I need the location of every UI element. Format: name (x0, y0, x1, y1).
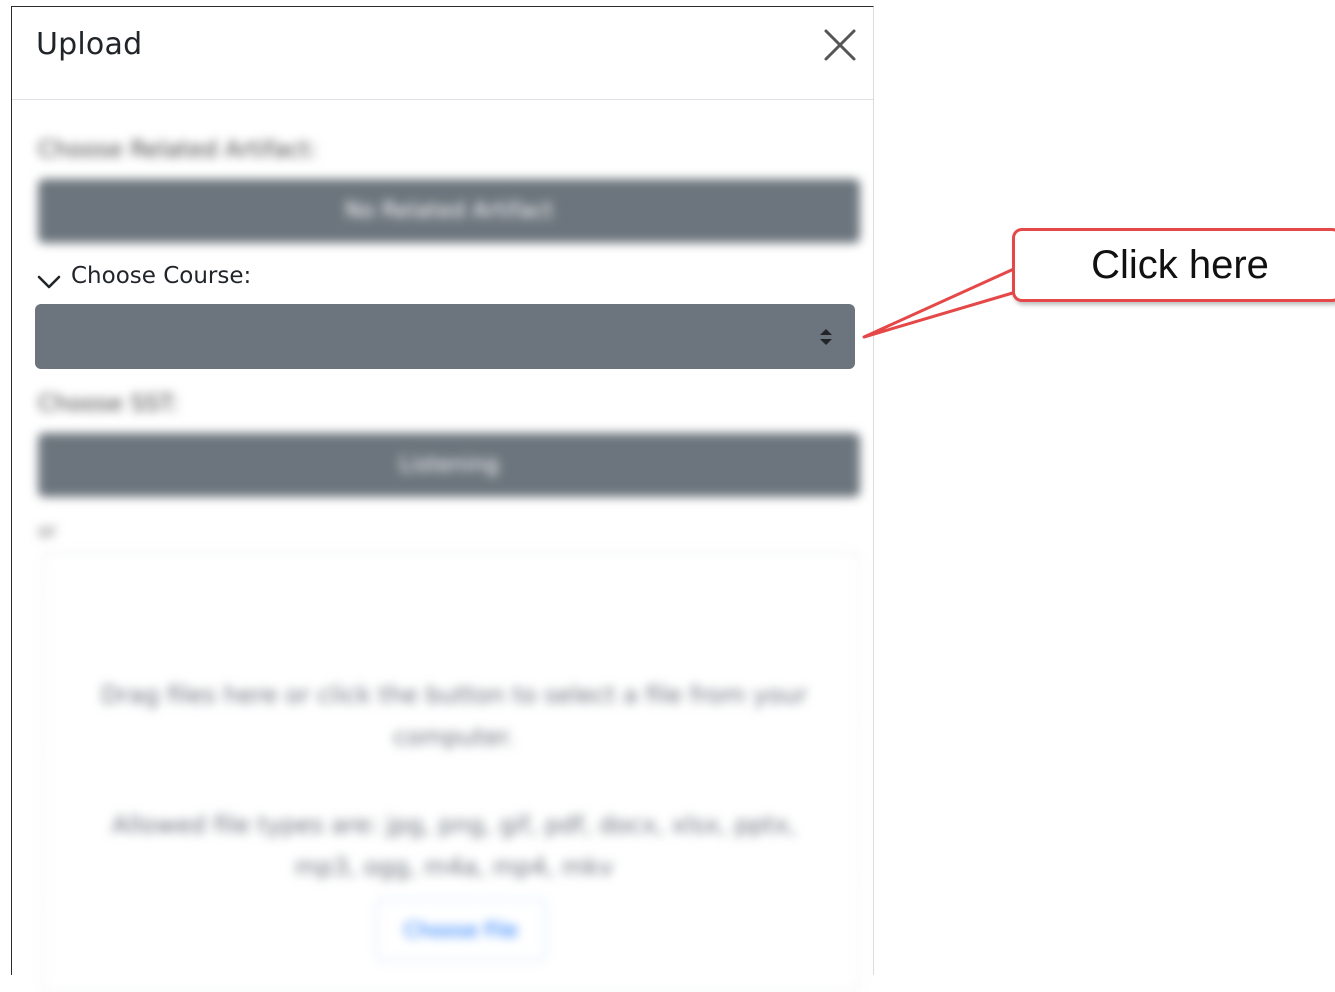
dropzone-allowed-types: Allowed file types are: jpg, png, gif, p… (111, 811, 797, 881)
callout-text: Click here (1091, 243, 1269, 287)
or-label: or (38, 521, 57, 542)
screen: Upload Choose Related Artifact: No Relat… (0, 0, 1335, 992)
select-arrows-icon (820, 328, 832, 345)
related-artifact-label: Choose Related Artifact: (38, 137, 318, 163)
panel-title: Upload (36, 27, 143, 62)
close-button[interactable] (820, 25, 860, 65)
click-here-callout: Click here (1012, 228, 1335, 302)
upload-panel: Upload Choose Related Artifact: No Relat… (11, 6, 874, 992)
close-icon (824, 29, 856, 61)
sst-value: Listening (399, 452, 499, 478)
chevron-down-icon (37, 275, 61, 289)
panel-header: Upload (12, 7, 873, 100)
file-dropzone[interactable]: Drag files here or click the button to s… (42, 552, 860, 992)
dropzone-instruction: Drag files here or click the button to s… (100, 681, 808, 751)
sst-select[interactable]: Listening (38, 433, 860, 497)
sst-label: Choose SST: (38, 391, 179, 417)
related-artifact-select[interactable]: No Related Artifact (38, 179, 860, 243)
related-artifact-value: No Related Artifact (344, 198, 554, 224)
course-select[interactable] (35, 304, 855, 369)
course-label: Choose Course: (71, 263, 252, 289)
choose-file-button[interactable]: Choose File (376, 899, 546, 961)
